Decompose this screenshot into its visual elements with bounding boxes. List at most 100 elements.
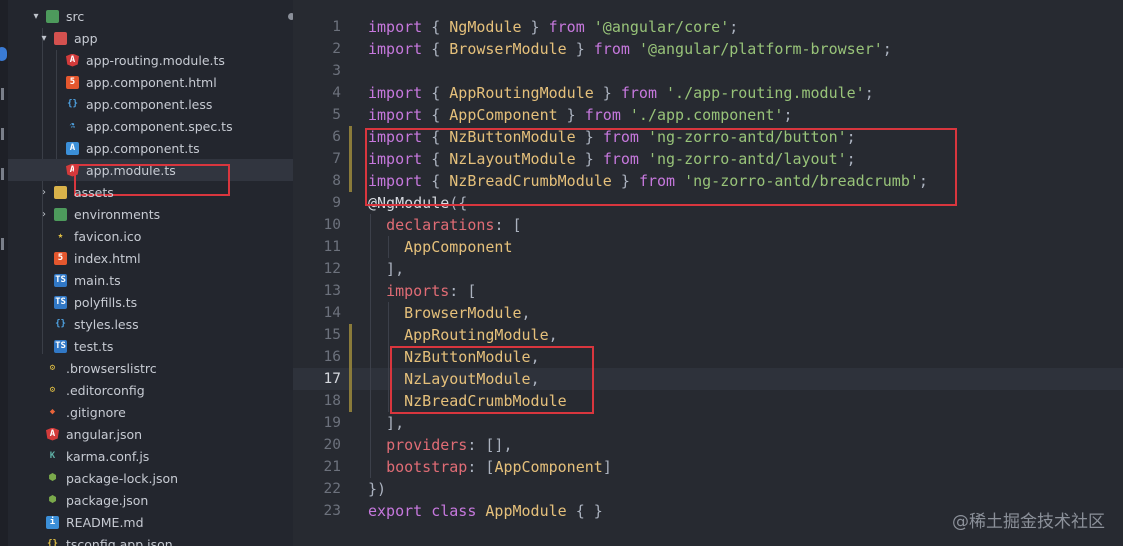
file-label: angular.json: [66, 426, 143, 442]
code-text: import { NgModule } from '@angular/core'…: [368, 16, 738, 38]
code-line[interactable]: 15 AppRoutingModule,: [293, 324, 1123, 346]
folder-environments[interactable]: › environments: [8, 203, 293, 225]
file-label: app.component.ts: [86, 140, 200, 156]
code-text: import { AppRoutingModule } from './app-…: [368, 82, 874, 104]
notification-badge[interactable]: [0, 47, 7, 61]
file-label: index.html: [74, 250, 141, 266]
folder-icon: [54, 207, 67, 221]
code-text: BrowserModule,: [368, 302, 530, 324]
folder-src[interactable]: ▾ src: [8, 5, 293, 27]
activity-icon[interactable]: [1, 168, 4, 180]
file-app-component-html[interactable]: 5 app.component.html M: [8, 71, 293, 93]
code-token: AppComponent: [449, 106, 558, 124]
code-token: BrowserModule: [449, 40, 567, 58]
file-browserslistrc[interactable]: ⚙ .browserslistrc: [8, 357, 293, 379]
code-token: bootstrap: [386, 458, 468, 476]
file-styles-less[interactable]: {} styles.less M: [8, 313, 293, 335]
file-polyfills-ts[interactable]: TS polyfills.ts: [8, 291, 293, 313]
file-app-component-spec[interactable]: ⚗ app.component.spec.ts: [8, 115, 293, 137]
code-token: from: [584, 106, 621, 124]
nodejs-icon: ⬢: [48, 473, 57, 483]
angular-component-icon: A: [66, 141, 79, 155]
code-editor[interactable]: 1 import { NgModule } from '@angular/core…: [293, 0, 1123, 546]
code-text: export class AppModule { }: [368, 500, 603, 522]
code-token: ],: [368, 260, 405, 278]
gear-icon: ⚙: [49, 385, 56, 395]
code-token: }: [593, 84, 621, 102]
code-token: import: [368, 18, 423, 36]
activity-icon[interactable]: [1, 128, 4, 140]
code-line[interactable]: 5 import { AppComponent } from './app.com…: [293, 104, 1123, 126]
file-angular-json[interactable]: A angular.json M: [8, 423, 293, 445]
code-line[interactable]: 20 providers: [],: [293, 434, 1123, 456]
file-index-html[interactable]: 5 index.html: [8, 247, 293, 269]
file-label: .browserslistrc: [66, 360, 157, 376]
code-token: : [: [494, 216, 522, 234]
code-text: bootstrap: [AppComponent]: [368, 456, 612, 478]
activity-icon[interactable]: [1, 88, 4, 100]
folder-assets[interactable]: › assets: [8, 181, 293, 203]
code-line[interactable]: 21 bootstrap: [AppComponent]: [293, 456, 1123, 478]
code-token: export: [368, 502, 423, 520]
code-line[interactable]: 3: [293, 60, 1123, 82]
code-token: }: [521, 18, 549, 36]
file-main-ts[interactable]: TS main.ts: [8, 269, 293, 291]
line-number: 3: [332, 63, 341, 79]
code-line[interactable]: 11 AppComponent: [293, 236, 1123, 258]
file-app-routing-module[interactable]: A app-routing.module.ts: [8, 49, 293, 71]
code-token: }: [566, 40, 594, 58]
file-label: styles.less: [74, 316, 139, 332]
code-token: { }: [566, 502, 603, 520]
code-line[interactable]: 22}): [293, 478, 1123, 500]
code-text: providers: [],: [368, 434, 512, 456]
code-token: './app.component': [629, 106, 784, 124]
line-number: 12: [323, 261, 341, 277]
file-tsconfig-app-json[interactable]: {} tsconfig.app.json: [8, 533, 293, 546]
code-line[interactable]: 10 declarations: [: [293, 214, 1123, 236]
code-text: import { AppComponent } from './app.comp…: [368, 104, 792, 126]
chevron-down-icon: ▾: [33, 10, 39, 22]
code-line[interactable]: 2 import { BrowserModule } from '@angular…: [293, 38, 1123, 60]
code-line[interactable]: 13 imports: [: [293, 280, 1123, 302]
html-icon: 5: [66, 75, 79, 89]
activity-icon[interactable]: [1, 238, 4, 250]
typescript-icon: TS: [54, 295, 67, 309]
code-token: {: [422, 40, 450, 58]
star-icon: ★: [57, 231, 64, 241]
file-label: assets: [74, 184, 114, 200]
code-line[interactable]: 19 ],: [293, 412, 1123, 434]
file-label: polyfills.ts: [74, 294, 138, 310]
chevron-down-icon: ▾: [41, 32, 47, 44]
file-test-ts[interactable]: TS test.ts: [8, 335, 293, 357]
line-number: 11: [323, 239, 341, 255]
code-line[interactable]: 4 import { AppRoutingModule } from './app…: [293, 82, 1123, 104]
file-label: karma.conf.js: [66, 448, 150, 464]
code-line[interactable]: 14 BrowserModule,: [293, 302, 1123, 324]
code-token: from: [593, 40, 630, 58]
line-number: 1: [332, 19, 341, 35]
code-line[interactable]: 12 ],: [293, 258, 1123, 280]
code-text: ],: [368, 258, 404, 280]
file-readme[interactable]: i README.md: [8, 511, 293, 533]
file-package-lock-json[interactable]: ⬢ package-lock.json M: [8, 467, 293, 489]
file-gitignore[interactable]: ◆ .gitignore: [8, 401, 293, 423]
angular-icon: A: [46, 427, 59, 441]
gear-icon: ⚙: [49, 363, 56, 373]
file-karma-conf[interactable]: K karma.conf.js: [8, 445, 293, 467]
line-number: 2: [332, 41, 341, 57]
code-token: './app-routing.module': [666, 84, 865, 102]
folder-app[interactable]: ▾ app: [8, 27, 293, 49]
file-editorconfig[interactable]: ⚙ .editorconfig: [8, 379, 293, 401]
file-favicon[interactable]: ★ favicon.ico: [8, 225, 293, 247]
angular-icon: A: [66, 53, 79, 67]
code-line[interactable]: 1 import { NgModule } from '@angular/core…: [293, 16, 1123, 38]
file-app-component-less[interactable]: {} app.component.less: [8, 93, 293, 115]
line-number: 6: [332, 129, 341, 145]
code-text: AppComponent: [368, 236, 512, 258]
file-label: .editorconfig: [66, 382, 145, 398]
code-text: imports: [: [368, 280, 476, 302]
file-label: tsconfig.app.json: [66, 536, 173, 546]
file-app-component-ts[interactable]: A app.component.ts: [8, 137, 293, 159]
file-package-json[interactable]: ⬢ package.json M: [8, 489, 293, 511]
